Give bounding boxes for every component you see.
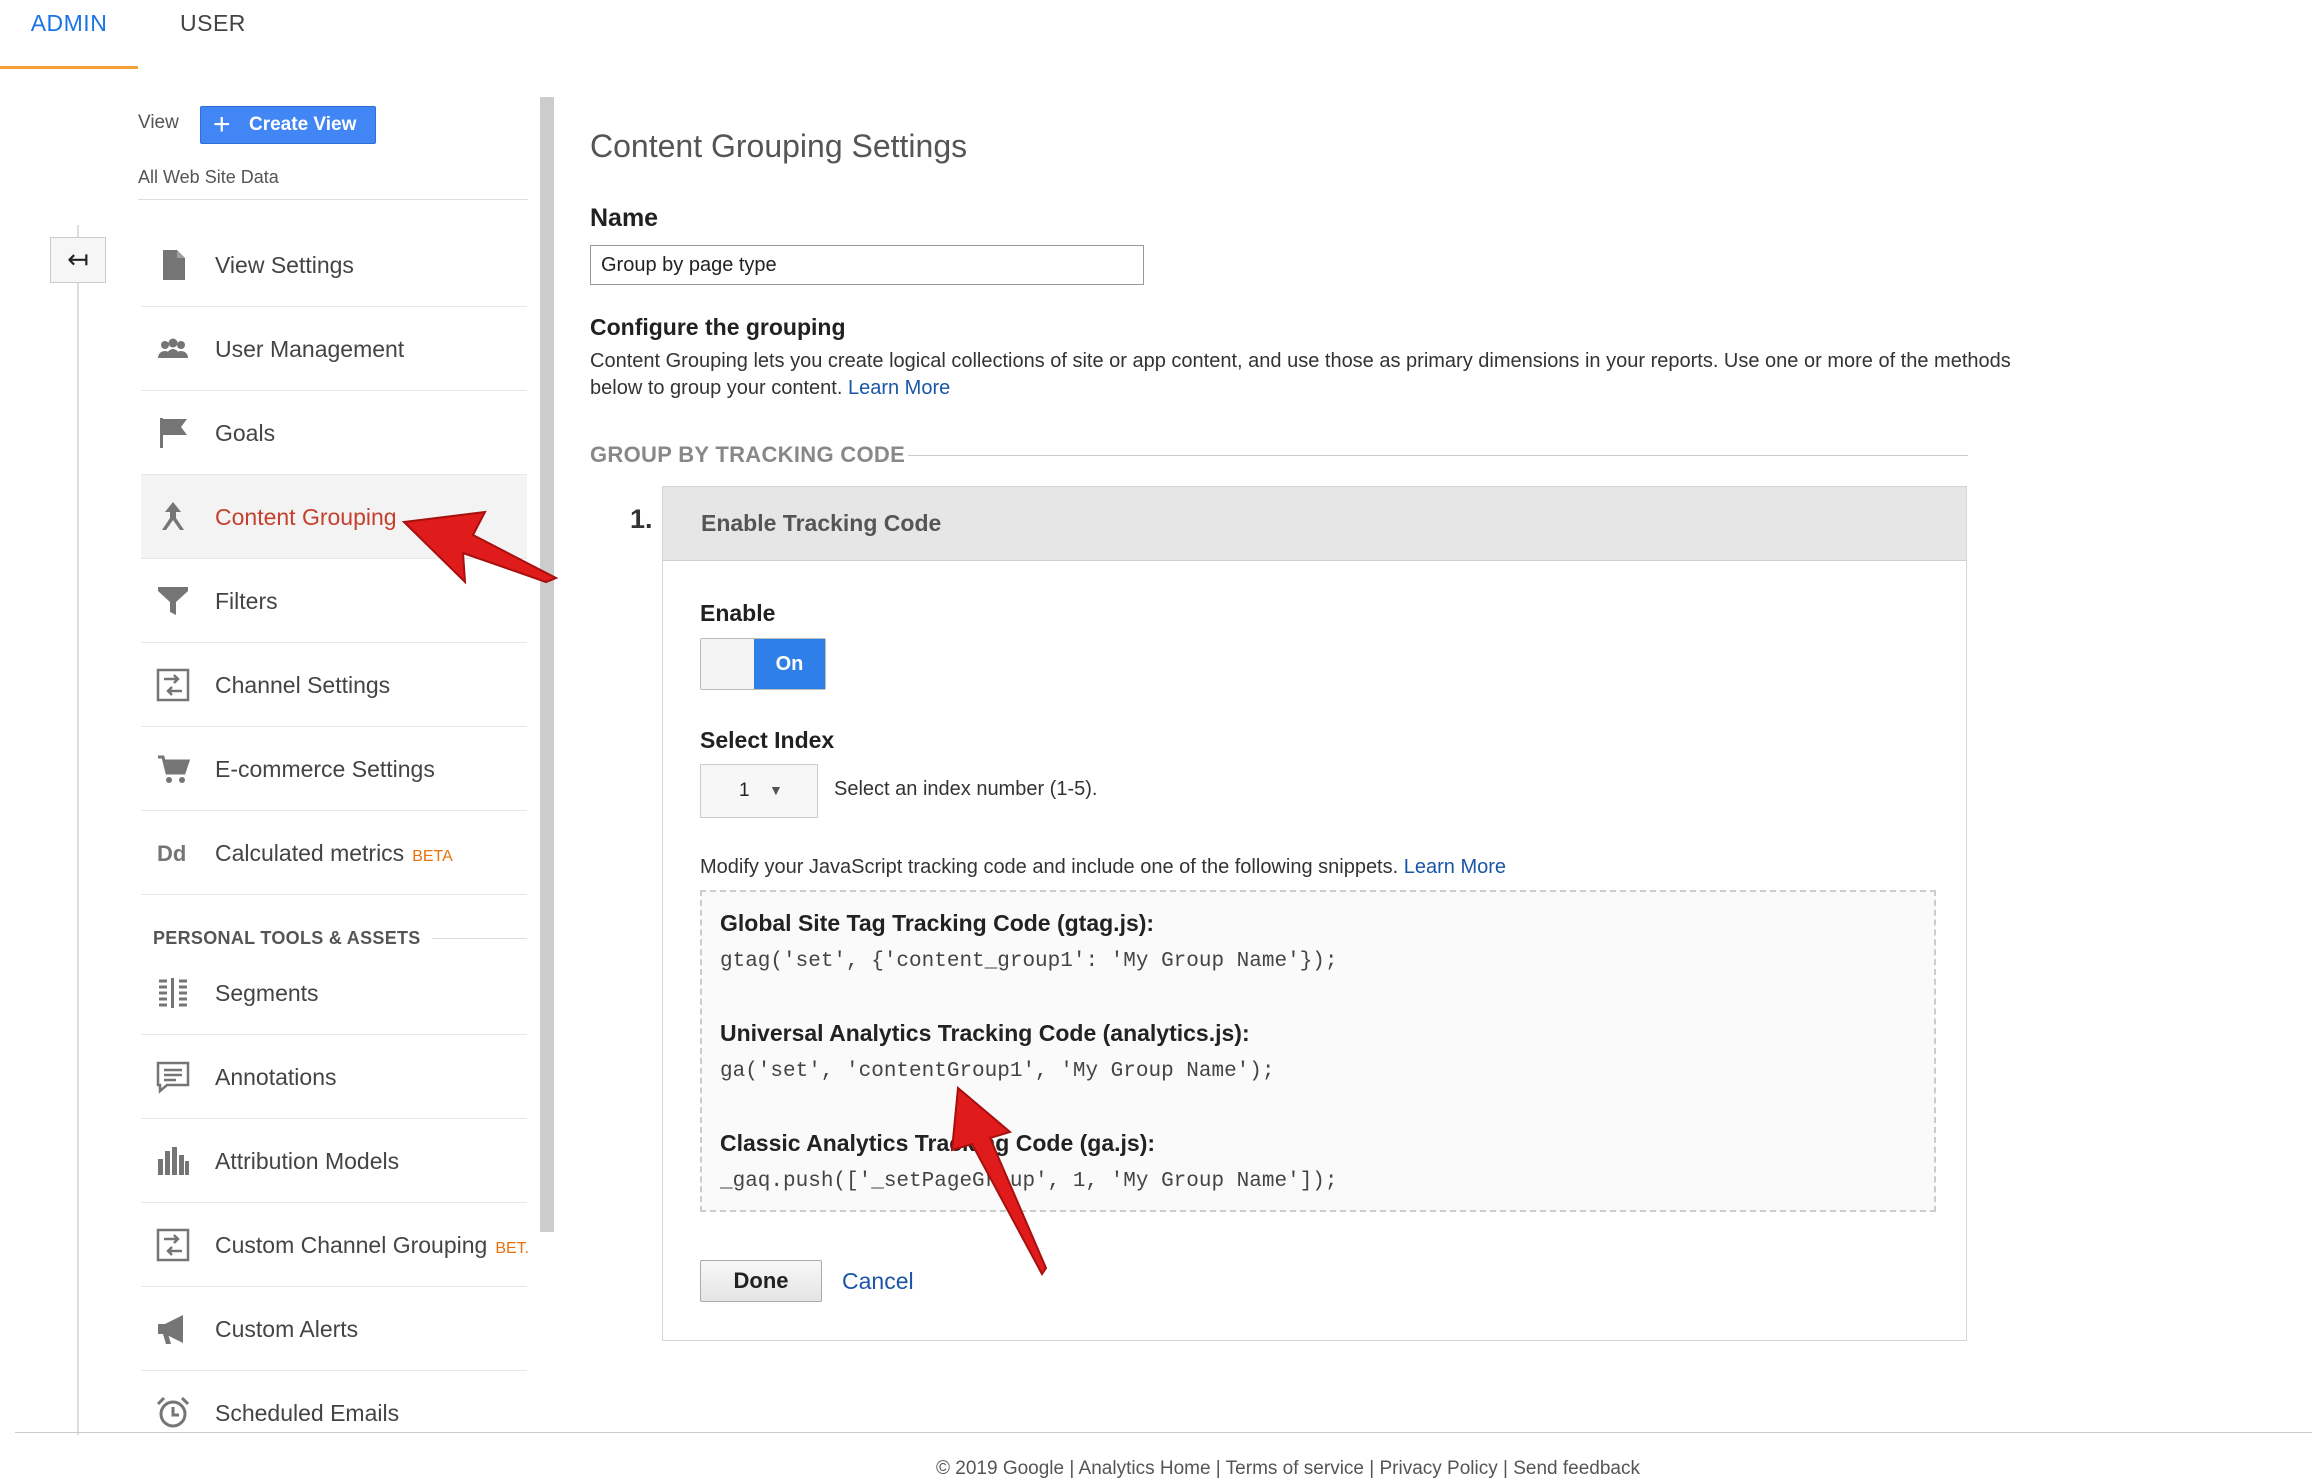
annotation-arrows-overlay (401, 510, 1048, 1276)
annotation-arrow-icon (401, 510, 559, 585)
annotation-arrow-icon (950, 1086, 1048, 1276)
